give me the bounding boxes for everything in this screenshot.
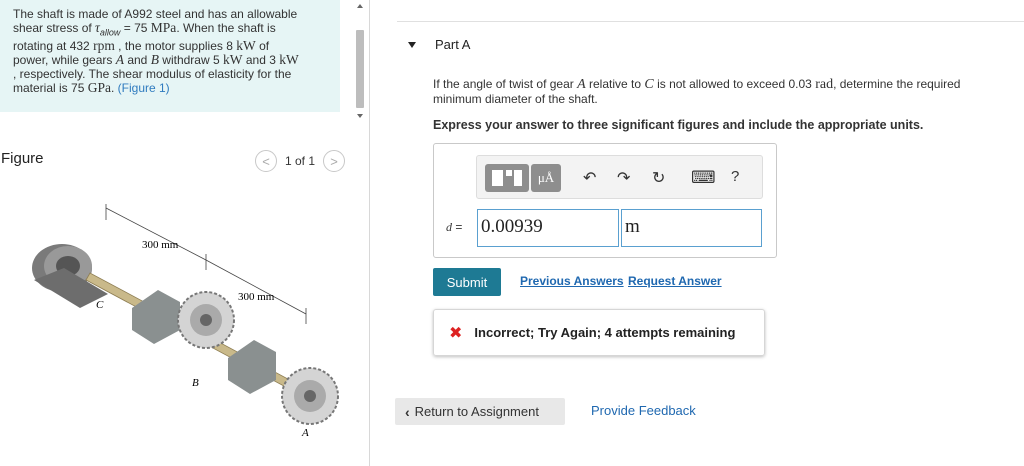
problem-statement: The shaft is made of A992 steel and has … bbox=[0, 0, 340, 112]
request-answer-link[interactable]: Request Answer bbox=[628, 274, 722, 288]
help-button[interactable]: ? bbox=[731, 168, 739, 185]
answer-instruction: Express your answer to three significant… bbox=[433, 118, 924, 132]
next-figure-button[interactable]: > bbox=[323, 150, 346, 172]
feedback-text: Incorrect; Try Again; 4 attempts remaini… bbox=[474, 325, 736, 340]
undo-icon[interactable]: ↶ bbox=[583, 168, 596, 188]
left-pane: The shaft is made of A992 steel and has … bbox=[0, 0, 370, 466]
scroll-down-icon[interactable] bbox=[357, 114, 363, 118]
part-divider bbox=[397, 21, 1024, 22]
answer-label: d = bbox=[446, 220, 463, 234]
figure-pager: < 1 of 1 > bbox=[255, 149, 346, 173]
dimension-label-1: 300 mm bbox=[142, 239, 179, 251]
answer-unit-input[interactable]: m bbox=[621, 209, 762, 247]
previous-answers-link[interactable]: Previous Answers bbox=[520, 274, 624, 288]
part-title: Part A bbox=[435, 37, 471, 52]
figure-heading: Figure bbox=[1, 150, 44, 167]
prev-figure-button[interactable]: < bbox=[255, 150, 277, 172]
chevron-left-icon: ‹ bbox=[405, 403, 410, 420]
feedback-message: ✖ Incorrect; Try Again; 4 attempts remai… bbox=[433, 309, 765, 356]
question-text: If the angle of twist of gear A relative… bbox=[433, 77, 961, 106]
figure-link[interactable]: (Figure 1) bbox=[118, 81, 170, 95]
bearing-1 bbox=[132, 290, 180, 344]
provide-feedback-link[interactable]: Provide Feedback bbox=[591, 403, 696, 418]
label-a: A bbox=[301, 427, 309, 439]
shaft-figure: 300 mm 300 mm C B A bbox=[32, 204, 339, 439]
collapse-caret-icon[interactable] bbox=[408, 41, 416, 48]
problem-scrollbar[interactable] bbox=[352, 0, 368, 128]
part-a-header[interactable]: Part A bbox=[408, 37, 470, 52]
redo-icon[interactable]: ↷ bbox=[617, 168, 630, 188]
keyboard-icon[interactable]: ⌨ bbox=[691, 168, 716, 188]
dimension-label-2: 300 mm bbox=[238, 291, 275, 303]
bearing-2 bbox=[228, 340, 276, 394]
submit-button[interactable]: Submit bbox=[433, 268, 501, 296]
math-toolbar: μÅ ↶ ↷ ↻ ⌨ ? bbox=[476, 155, 763, 199]
units-button[interactable]: μÅ bbox=[531, 164, 561, 192]
templates-icon bbox=[492, 170, 522, 186]
label-c: C bbox=[96, 299, 104, 311]
return-to-assignment-button[interactable]: ‹ Return to Assignment bbox=[395, 398, 565, 425]
answer-box: μÅ ↶ ↷ ↻ ⌨ ? d = 0.00939 m bbox=[433, 143, 777, 258]
label-b: B bbox=[192, 377, 199, 389]
templates-button[interactable] bbox=[485, 164, 529, 192]
scroll-thumb[interactable] bbox=[356, 30, 364, 108]
figure-count: 1 of 1 bbox=[285, 154, 316, 168]
answer-value-input[interactable]: 0.00939 bbox=[477, 209, 619, 247]
error-icon: ✖ bbox=[449, 324, 463, 342]
reset-icon[interactable]: ↻ bbox=[652, 168, 665, 188]
scroll-up-icon[interactable] bbox=[357, 4, 363, 8]
